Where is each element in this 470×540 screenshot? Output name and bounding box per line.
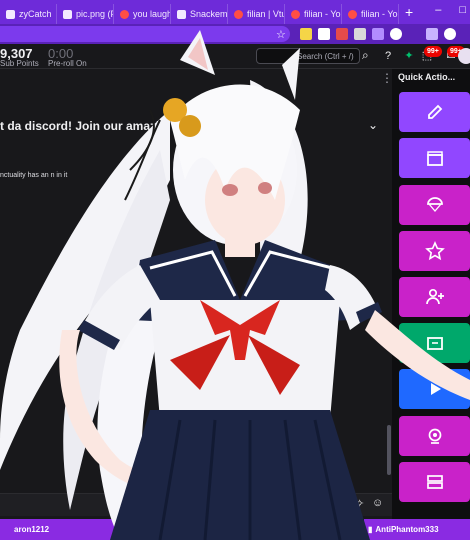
profile-icon[interactable] [444,28,456,40]
activity-alert-bar[interactable]: aron1212 ✕ [0,519,352,540]
quick-action-ad[interactable] [399,323,470,363]
quick-actions-title: Quick Actio... [398,72,456,82]
browser-tab[interactable]: filian | Vtu... [228,4,285,24]
panel-text: nctuality has an n in it [0,172,68,179]
new-tab-button[interactable]: + [405,4,413,20]
youtube-icon [348,9,357,19]
quick-action-edit[interactable] [399,92,470,132]
clapper-icon [426,151,443,166]
extension-icon[interactable] [300,28,312,40]
quick-action-camera[interactable] [399,416,470,456]
mod-tools-icon[interactable]: ✦ [402,49,416,63]
extension-icon[interactable] [354,28,366,40]
gift-icon: ▮ [368,525,373,534]
chat-scrollbar[interactable] [387,425,391,475]
dashboard-main [0,69,392,519]
activity-alert-bar[interactable]: ▮ AntiPhantom333 [364,519,470,540]
quick-action-add-mod[interactable] [399,277,470,317]
play-icon [430,383,441,395]
bits-icon[interactable]: ✧ [355,497,364,510]
address-field[interactable] [0,26,290,42]
search-icon[interactable]: ⌕ [362,48,376,64]
preroll-label: Pre-roll On [48,59,87,68]
add-user-icon [425,288,444,305]
ad-icon [426,337,443,350]
layers-icon [426,475,443,489]
extension-icon[interactable] [390,28,402,40]
browser-tab-bar: zyCatch pic.png (PNG I... you laugh... S… [0,0,470,24]
quick-action-clip[interactable] [399,138,470,178]
quick-action-scenes[interactable] [399,462,470,502]
browser-tab[interactable]: filian - You... [285,4,342,24]
quick-action-highlight[interactable] [399,231,470,271]
help-icon[interactable]: ? [381,49,395,63]
pencil-icon [427,104,442,119]
tab-favicon-icon [177,9,186,19]
panel-title: t da discord! Join our amazin [0,119,167,133]
bookmark-star-icon[interactable]: ☆ [276,28,286,41]
browser-tab[interactable]: SnackemH... [171,4,228,24]
quick-action-drop[interactable] [399,185,470,225]
emote-icon[interactable]: ☺ [372,497,383,509]
alert-username: AntiPhantom333 [375,525,439,534]
search-input[interactable]: Search (Ctrl + /) [256,48,360,64]
parachute-icon [426,197,443,212]
youtube-icon [120,9,129,19]
browser-tab[interactable]: you laugh... [114,4,171,24]
alert-username: aron1212 [14,525,50,534]
youtube-icon [291,9,300,19]
tab-favicon-icon [6,9,15,19]
extension-icon[interactable] [372,28,384,40]
youtube-icon [234,9,243,19]
browser-tab[interactable]: zyCatch [0,4,57,24]
quick-action-play[interactable] [399,369,470,409]
minimize-button[interactable]: – [435,4,441,16]
notification-badge: 99+ [424,46,442,57]
sub-points-label: Sub Points [0,59,39,68]
avatar[interactable] [458,48,470,64]
chevron-down-icon[interactable]: ⌄ [368,118,378,132]
extension-icon[interactable] [426,28,438,40]
window-controls: – □ [435,4,466,16]
star-icon [424,241,445,261]
extension-icon[interactable] [318,28,330,40]
chat-input[interactable] [0,493,392,516]
close-icon[interactable]: ✕ [335,523,344,536]
webcam-icon [428,428,441,444]
tab-favicon-icon [63,9,72,19]
browser-tab[interactable]: filian - You... [342,4,399,24]
browser-tab[interactable]: pic.png (PNG I... [57,4,114,24]
more-options-icon[interactable]: ⋮ [381,71,393,85]
maximize-button[interactable]: □ [459,4,466,16]
extension-icon[interactable] [336,28,348,40]
